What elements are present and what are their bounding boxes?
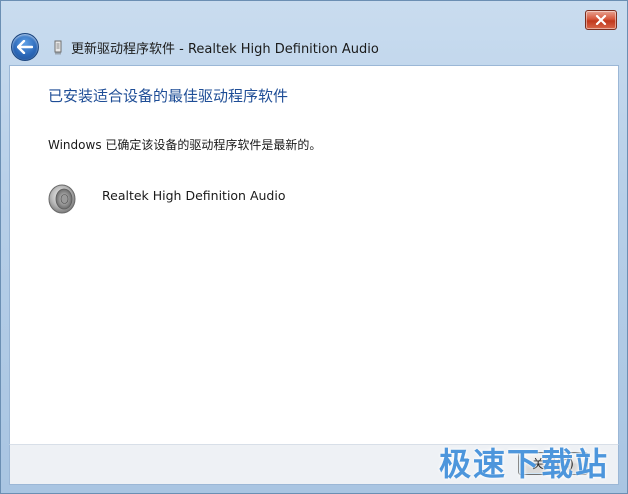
dialog-footer: 关闭(C) [9,444,619,485]
close-button[interactable]: 关闭(C) [518,452,588,475]
status-message: Windows 已确定该设备的驱动程序软件是最新的。 [48,138,322,152]
speaker-icon [46,182,80,216]
device-entry: Realtek High Definition Audio [46,182,285,216]
back-arrow-icon [17,40,33,54]
chip-icon [53,39,63,55]
window-title: 更新驱动程序软件 - Realtek High Definition Audio [71,41,379,57]
close-icon [595,15,607,25]
device-name: Realtek High Definition Audio [102,187,286,203]
content-pane: 已安装适合设备的最佳驱动程序软件 Windows 已确定该设备的驱动程序软件是最… [9,65,619,446]
page-heading: 已安装适合设备的最佳驱动程序软件 [48,87,289,105]
window-close-button[interactable] [585,10,617,30]
navigation-bar: 更新驱动程序软件 - Realtek High Definition Audio [9,32,619,62]
back-button[interactable] [11,33,39,61]
dialog-window: 更新驱动程序软件 - Realtek High Definition Audio… [0,0,628,494]
